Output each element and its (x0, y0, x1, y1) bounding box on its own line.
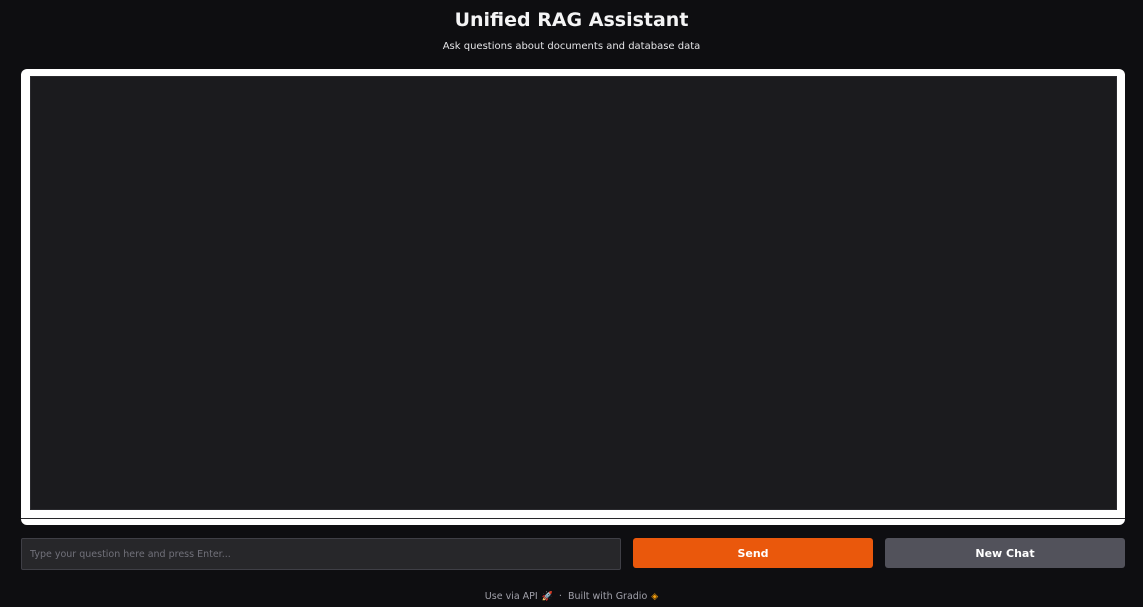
page-subtitle: Ask questions about documents and databa… (442, 41, 701, 52)
chatbot-panel[interactable] (30, 76, 1117, 510)
footer: Use via API 🚀 · Built with Gradio ◈ (0, 590, 1143, 604)
app-page: Unified RAG Assistant Ask questions abou… (0, 0, 1143, 607)
new-chat-button[interactable]: New Chat (885, 538, 1125, 568)
page-title: Unified RAG Assistant (454, 9, 689, 31)
use-via-api-label: Use via API (484, 591, 538, 602)
send-button[interactable]: Send (633, 538, 873, 568)
rocket-icon: 🚀 (541, 592, 553, 602)
built-with-gradio-link[interactable]: Built with Gradio ◈ (568, 591, 658, 602)
input-row: Send New Chat (21, 538, 1125, 570)
built-with-gradio-label: Built with Gradio (567, 591, 648, 602)
gradio-logo-icon: ◈ (651, 592, 659, 602)
footer-separator: · (558, 591, 562, 602)
chatbot-frame (21, 69, 1125, 525)
use-via-api-link[interactable]: Use via API 🚀 (485, 591, 553, 602)
question-input[interactable] (21, 538, 621, 570)
